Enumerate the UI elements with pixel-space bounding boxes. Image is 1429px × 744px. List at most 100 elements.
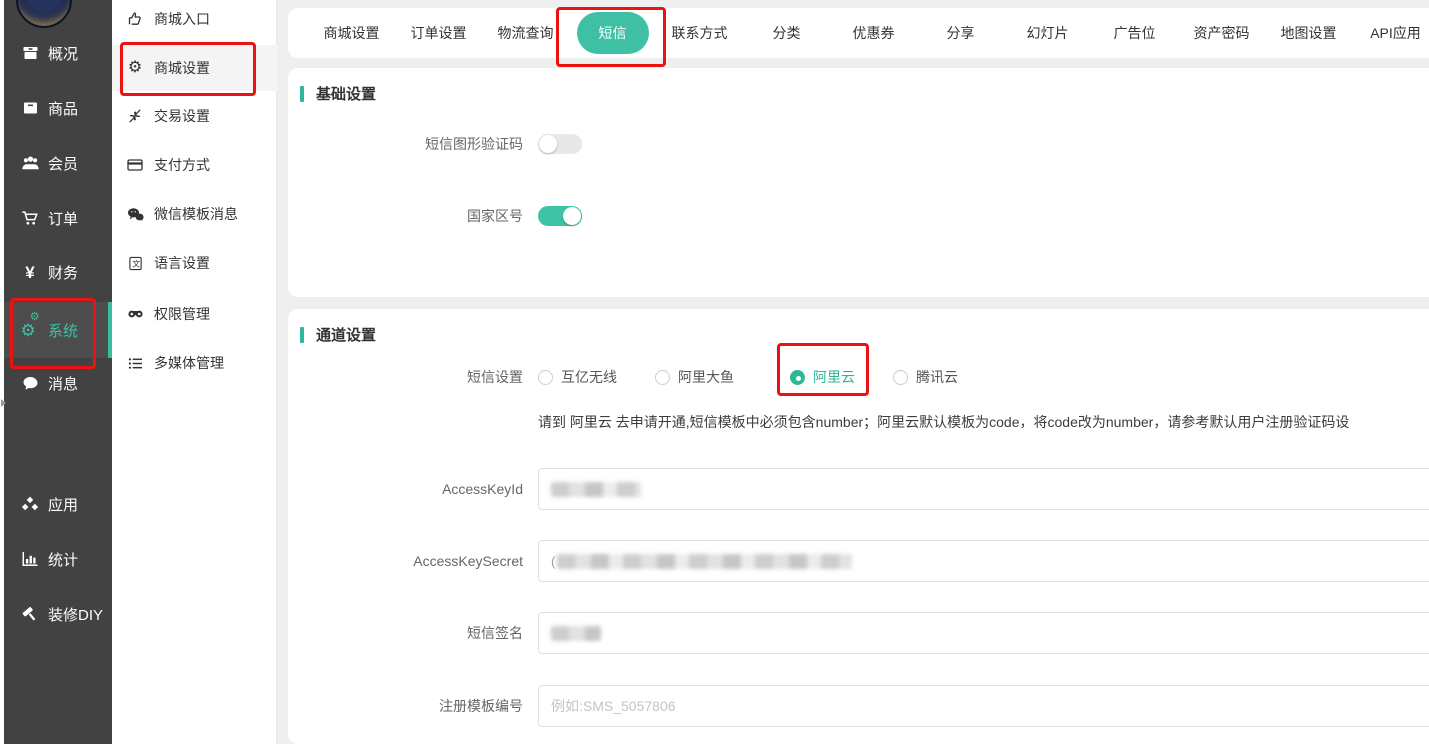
channel-settings-panel: 通道设置 短信设置 互亿无线 阿里大鱼 阿里云 腾讯云 请到 阿里云 去申请开通… <box>288 309 1429 744</box>
sidebar-item-label: 系统 <box>48 320 78 341</box>
list-icon <box>126 357 144 370</box>
trade-arrows-icon <box>126 109 144 124</box>
radio-label: 阿里大鱼 <box>678 367 734 387</box>
register-template-input[interactable] <box>538 685 1429 727</box>
submenu-item-label: 商城设置 <box>154 58 210 78</box>
sms-signature-input[interactable] <box>538 612 1429 654</box>
field-label: AccessKeySecret <box>288 553 523 569</box>
tab-sms[interactable]: 短信 <box>569 12 656 54</box>
tab-api-apps[interactable]: API应用 <box>1352 23 1429 43</box>
left-edge-strip <box>0 0 4 744</box>
tab-mall-settings[interactable]: 商城设置 <box>308 23 395 43</box>
radio-label: 阿里云 <box>813 367 855 387</box>
submenu-item-mall-settings[interactable]: ⚙ 商城设置 <box>112 45 277 91</box>
tab-map-settings[interactable]: 地图设置 <box>1265 23 1352 43</box>
gears-icon: ⚙⚙ <box>19 322 41 339</box>
main-sidebar: 概况 商品 会员 订单 ¥ 财务 ⚙⚙ 系统 <box>4 0 112 744</box>
tab-logistics[interactable]: 物流查询 <box>482 23 569 43</box>
system-submenu: 商城入口 ⚙ 商城设置 交易设置 支付方式 微信模板消息 文 语言设置 <box>112 0 277 744</box>
gear-icon: ⚙ <box>126 60 144 76</box>
radio-label: 互亿无线 <box>561 367 617 387</box>
tab-label: 资产密码 <box>1194 25 1250 41</box>
tab-adspace[interactable]: 广告位 <box>1091 23 1178 43</box>
section-title: 基础设置 <box>316 83 376 104</box>
tab-label: 联系方式 <box>672 25 728 41</box>
section-header-channel: 通道设置 <box>300 324 376 345</box>
radio-label: 腾讯云 <box>916 367 958 387</box>
app-logo <box>16 0 72 28</box>
sidebar-item-label: 消息 <box>48 373 78 394</box>
tab-category[interactable]: 分类 <box>743 23 830 43</box>
radio-ali-dayu[interactable]: 阿里大鱼 <box>655 367 734 387</box>
sidebar-item-system[interactable]: ⚙⚙ 系统 <box>4 302 112 358</box>
language-book-icon: 文 <box>126 256 144 271</box>
wechat-icon <box>126 207 144 222</box>
sidebar-item-stats[interactable]: 统计 <box>4 539 112 579</box>
sidebar-item-label: 会员 <box>48 153 78 174</box>
tab-label: 地图设置 <box>1281 25 1337 41</box>
tab-contact[interactable]: 联系方式 <box>656 23 743 43</box>
sidebar-item-overview[interactable]: 概况 <box>4 33 112 73</box>
sidebar-item-goods[interactable]: 商品 <box>4 88 112 128</box>
credit-card-icon <box>126 158 144 172</box>
cart-icon <box>19 210 41 226</box>
submenu-item-label: 微信模板消息 <box>154 204 238 224</box>
sidebar-item-label: 概况 <box>48 43 78 64</box>
form-row-country-code: 国家区号 <box>288 198 582 234</box>
submenu-item-label: 商城入口 <box>154 9 210 29</box>
section-header-basic: 基础设置 <box>300 83 376 104</box>
redacted-char: ( <box>551 554 555 569</box>
sidebar-item-label: 商品 <box>48 98 78 119</box>
admin-screen: 概况 商品 会员 订单 ¥ 财务 ⚙⚙ 系统 <box>0 0 1429 744</box>
submenu-item-permissions[interactable]: 权限管理 <box>112 292 277 336</box>
field-label: AccessKeyId <box>288 481 523 497</box>
section-title: 通道设置 <box>316 324 376 345</box>
tab-label: 物流查询 <box>498 25 554 41</box>
speech-bubble-icon <box>19 376 41 391</box>
accesskeysecret-input[interactable]: ( <box>538 540 1429 582</box>
toggle-knob <box>539 135 557 153</box>
radio-aliyun[interactable]: 阿里云 <box>790 367 855 387</box>
submenu-item-language-settings[interactable]: 文 语言设置 <box>112 241 277 285</box>
form-row-sms-signature: 短信签名 <box>288 612 1429 654</box>
basic-settings-panel: 基础设置 短信图形验证码 国家区号 <box>288 68 1429 297</box>
section-accent-bar <box>300 86 304 102</box>
tab-sms-active-pill: 短信 <box>577 12 649 54</box>
submenu-item-label: 语言设置 <box>154 253 210 273</box>
tab-label: 广告位 <box>1114 25 1156 41</box>
sidebar-item-orders[interactable]: 订单 <box>4 198 112 238</box>
accesskeyid-input[interactable] <box>538 468 1429 510</box>
tab-share[interactable]: 分享 <box>917 23 1004 43</box>
tab-asset-password[interactable]: 资产密码 <box>1178 23 1265 43</box>
sidebar-item-members[interactable]: 会员 <box>4 143 112 183</box>
field-label: 短信签名 <box>288 623 523 643</box>
sidebar-collapse-arrow-icon[interactable] <box>1 399 6 407</box>
sidebar-item-messages[interactable]: 消息 <box>4 363 112 403</box>
submenu-item-payment-methods[interactable]: 支付方式 <box>112 143 277 187</box>
tab-coupon[interactable]: 优惠券 <box>830 23 917 43</box>
tab-label: 分享 <box>947 25 975 41</box>
tab-slideshow[interactable]: 幻灯片 <box>1004 23 1091 43</box>
radio-huyi-wireless[interactable]: 互亿无线 <box>538 367 617 387</box>
bar-chart-icon <box>19 551 41 567</box>
sms-captcha-toggle[interactable] <box>538 134 582 154</box>
submenu-item-mall-entry[interactable]: 商城入口 <box>112 0 277 38</box>
tab-order-settings[interactable]: 订单设置 <box>395 23 482 43</box>
field-label: 国家区号 <box>288 206 523 226</box>
sidebar-item-apps[interactable]: 应用 <box>4 484 112 524</box>
country-code-toggle[interactable] <box>538 206 582 226</box>
submenu-item-media-manager[interactable]: 多媒体管理 <box>112 341 277 385</box>
provider-radio-group: 互亿无线 阿里大鱼 阿里云 腾讯云 <box>538 367 958 387</box>
radio-tencent-cloud[interactable]: 腾讯云 <box>893 367 958 387</box>
overview-box-icon <box>19 45 41 61</box>
radio-circle <box>538 370 553 385</box>
submenu-item-wechat-template[interactable]: 微信模板消息 <box>112 192 277 236</box>
redacted-value <box>551 626 601 641</box>
sidebar-item-finance[interactable]: ¥ 财务 <box>4 252 112 292</box>
submenu-item-trade-settings[interactable]: 交易设置 <box>112 94 277 138</box>
sidebar-item-diy[interactable]: 装修DIY <box>4 594 112 634</box>
hammer-icon <box>19 606 41 623</box>
svg-text:文: 文 <box>132 258 140 268</box>
submenu-item-label: 交易设置 <box>154 106 210 126</box>
sidebar-item-label: 财务 <box>48 262 78 283</box>
